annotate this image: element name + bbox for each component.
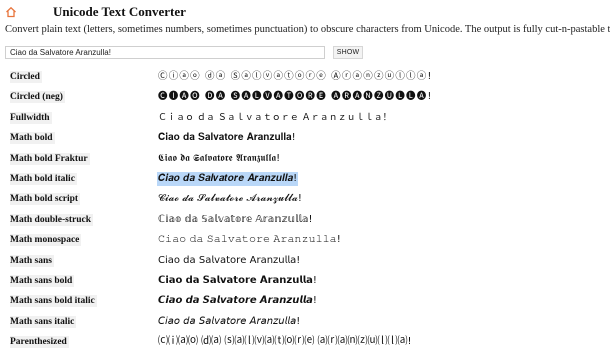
result-label-text: Circled (neg) <box>10 91 65 104</box>
result-label: Math sans bold italic <box>10 295 97 308</box>
result-label-text: Math bold Fraktur <box>10 152 90 165</box>
result-label: Math bold <box>10 132 55 145</box>
result-value[interactable]: 𝐂𝐢𝐚𝐨 𝐝𝐚 𝐒𝐚𝐥𝐯𝐚𝐭𝐨𝐫𝐞 𝐀𝐫𝐚𝐧𝐳𝐮𝐥𝐥𝐚! <box>158 131 296 145</box>
result-value[interactable]: 𝖢𝗂𝖺𝗈 𝖽𝖺 𝖲𝖺𝗅𝗏𝖺𝗍𝗈𝗋𝖾 𝖠𝗋𝖺𝗇𝗓𝗎𝗅𝗅𝖺! <box>158 254 300 268</box>
result-row: Circled Ⓒⓘⓐⓞ ⓓⓐ Ⓢⓐⓛⓥⓐⓣⓞⓡⓔ Ⓐⓡⓐⓝⓩⓤⓛⓛⓐ! <box>0 69 610 89</box>
result-label: Math double-struck <box>10 213 94 226</box>
converter-form: SHOW <box>5 46 605 60</box>
result-label-text: Math sans italic <box>10 315 77 328</box>
result-label-text: Math bold <box>10 132 55 145</box>
result-row: Math bold 𝐂𝐢𝐚𝐨 𝐝𝐚 𝐒𝐚𝐥𝐯𝐚𝐭𝐨𝐫𝐞 𝐀𝐫𝐚𝐧𝐳𝐮𝐥𝐥𝐚! <box>0 130 610 150</box>
result-row: Math bold italic 𝑪𝒊𝒂𝒐 𝒅𝒂 𝑺𝒂𝒍𝒗𝒂𝒕𝒐𝒓𝒆 𝑨𝒓𝒂𝒏𝒛𝒖… <box>0 171 610 191</box>
result-row: Math bold script 𝓒𝓲𝓪𝓸 𝓭𝓪 𝓢𝓪𝓵𝓿𝓪𝓽𝓸𝓻𝓮 𝓐𝓻𝓪𝓷𝔃𝓾… <box>0 191 610 211</box>
result-label: Math sans bold <box>10 274 75 287</box>
result-value[interactable]: 🅒🅘🅐🅞 🅓🅐 🅢🅐🅛🅥🅐🅣🅞🅡🅔 🅐🅡🅐🅝🅩🅤🅛🅛🅐! <box>158 90 432 104</box>
page-title: Unicode Text Converter <box>53 4 186 19</box>
result-label: Math bold Fraktur <box>10 152 90 165</box>
text-input[interactable] <box>5 46 325 59</box>
result-label: Circled <box>10 71 42 83</box>
result-value[interactable]: 𝘾𝙞𝙖𝙤 𝙙𝙖 𝙎𝙖𝙡𝙫𝙖𝙩𝙤𝙧𝙚 𝘼𝙧𝙖𝙣𝙯𝙪𝙡𝙡𝙖! <box>158 294 317 308</box>
result-row: Math sans bold italic 𝘾𝙞𝙖𝙤 𝙙𝙖 𝙎𝙖𝙡𝙫𝙖𝙩𝙤𝙧𝙚 𝘼… <box>0 293 610 313</box>
result-label: Math sans <box>10 254 54 267</box>
page-description: Convert plain text (letters, sometimes n… <box>5 24 610 35</box>
result-value[interactable]: 𝗖𝗶𝗮𝗼 𝗱𝗮 𝗦𝗮𝗹𝘃𝗮𝘁𝗼𝗿𝗲 𝗔𝗿𝗮𝗻𝘇𝘂𝗹𝗹𝗮! <box>158 274 317 288</box>
result-row: Math sans 𝖢𝗂𝖺𝗈 𝖽𝖺 𝖲𝖺𝗅𝗏𝖺𝗍𝗈𝗋𝖾 𝖠𝗋𝖺𝗇𝗓𝗎𝗅𝗅𝖺! <box>0 253 610 273</box>
result-value[interactable]: 𝑪𝒊𝒂𝒐 𝒅𝒂 𝑺𝒂𝒍𝒗𝒂𝒕𝒐𝒓𝒆 𝑨𝒓𝒂𝒏𝒛𝒖𝒍𝒍𝒂! <box>157 171 299 186</box>
result-label: Fullwidth <box>10 111 52 124</box>
result-value[interactable]: 𝕮𝖎𝖆𝖔 𝖉𝖆 𝕾𝖆𝖑𝖛𝖆𝖙𝖔𝖗𝖊 𝕬𝖗𝖆𝖓𝖟𝖚𝖑𝖑𝖆! <box>158 152 280 166</box>
result-value[interactable]: ⒞⒤⒜⒪ ⒟⒜ ⒮⒜⒧⒱⒜⒯⒪⒭⒠ ⒜⒭⒜⒩⒵⒰⒧⒧⒜! <box>158 335 412 349</box>
result-label: Circled (neg) <box>10 91 65 104</box>
result-label: Parenthesized <box>10 336 69 349</box>
result-row: Math double-struck ℂ𝕚𝕒𝕠 𝕕𝕒 𝕊𝕒𝕝𝕧𝕒𝕥𝕠𝕣𝕖 𝔸𝕣𝕒𝕟… <box>0 212 610 232</box>
result-value[interactable]: ℂ𝕚𝕒𝕠 𝕕𝕒 𝕊𝕒𝕝𝕧𝕒𝕥𝕠𝕣𝕖 𝔸𝕣𝕒𝕟𝕫𝕦𝕝𝕝𝕒! <box>158 213 313 227</box>
show-button[interactable]: SHOW <box>333 46 363 59</box>
result-label-text: Parenthesized <box>10 336 69 349</box>
result-value[interactable]: 𝙲𝚒𝚊𝚘 𝚍𝚊 𝚂𝚊𝚕𝚟𝚊𝚝𝚘𝚛𝚎 𝙰𝚛𝚊𝚗𝚣𝚞𝚕𝚕𝚊! <box>158 233 341 247</box>
result-row: Math bold Fraktur 𝕮𝖎𝖆𝖔 𝖉𝖆 𝕾𝖆𝖑𝖛𝖆𝖙𝖔𝖗𝖊 𝕬𝖗𝖆𝖓𝖟… <box>0 151 610 171</box>
result-row: Math sans italic 𝘊𝘪𝘢𝘰 𝘥𝘢 𝘚𝘢𝘭𝘷𝘢𝘵𝘰𝘳𝘦 𝘈𝘳𝘢𝘯𝘻𝘶… <box>0 314 610 334</box>
result-label-text: Math double-struck <box>10 213 94 226</box>
result-value[interactable]: Ｃｉａｏ ｄａ Ｓａｌｖａｔｏｒｅ Ａｒａｎｚｕｌｌａ！ <box>158 111 392 125</box>
result-value[interactable]: 𝘊𝘪𝘢𝘰 𝘥𝘢 𝘚𝘢𝘭𝘷𝘢𝘵𝘰𝘳𝘦 𝘈𝘳𝘢𝘯𝘻𝘶𝘭𝘭𝘢! <box>158 315 300 329</box>
result-row: Parenthesized ⒞⒤⒜⒪ ⒟⒜ ⒮⒜⒧⒱⒜⒯⒪⒭⒠ ⒜⒭⒜⒩⒵⒰⒧⒧⒜… <box>0 334 610 354</box>
result-value[interactable]: Ⓒⓘⓐⓞ ⓓⓐ Ⓢⓐⓛⓥⓐⓣⓞⓡⓔ Ⓐⓡⓐⓝⓩⓤⓛⓛⓐ! <box>158 70 432 84</box>
result-label-text: Math monospace <box>10 234 82 247</box>
result-label-text: Fullwidth <box>10 111 52 124</box>
result-label: Math sans italic <box>10 315 77 328</box>
result-label-text: Math bold script <box>10 193 81 206</box>
result-row: Fullwidth Ｃｉａｏ ｄａ Ｓａｌｖａｔｏｒｅ Ａｒａｎｚｕｌｌａ！ <box>0 110 610 130</box>
result-label: Math bold script <box>10 193 81 206</box>
result-row: Math monospace 𝙲𝚒𝚊𝚘 𝚍𝚊 𝚂𝚊𝚕𝚟𝚊𝚝𝚘𝚛𝚎 𝙰𝚛𝚊𝚗𝚣𝚞𝚕𝚕… <box>0 232 610 252</box>
result-label-text: Math sans <box>10 254 54 267</box>
result-label: Math monospace <box>10 234 82 247</box>
result-label-text: Math sans bold italic <box>10 295 97 308</box>
results-list: Circled Ⓒⓘⓐⓞ ⓓⓐ Ⓢⓐⓛⓥⓐⓣⓞⓡⓔ Ⓐⓡⓐⓝⓩⓤⓛⓛⓐ! Circl… <box>0 69 610 354</box>
result-row: Math sans bold 𝗖𝗶𝗮𝗼 𝗱𝗮 𝗦𝗮𝗹𝘃𝗮𝘁𝗼𝗿𝗲 𝗔𝗿𝗮𝗻𝘇𝘂𝗹𝗹… <box>0 273 610 293</box>
result-label-text: Math sans bold <box>10 274 75 287</box>
result-label-text: Circled <box>10 71 42 83</box>
result-label: Math bold italic <box>10 172 77 185</box>
result-row: Circled (neg) 🅒🅘🅐🅞 🅓🅐 🅢🅐🅛🅥🅐🅣🅞🅡🅔 🅐🅡🅐🅝🅩🅤🅛🅛🅐… <box>0 89 610 109</box>
home-icon[interactable] <box>5 6 17 18</box>
result-value[interactable]: 𝓒𝓲𝓪𝓸 𝓭𝓪 𝓢𝓪𝓵𝓿𝓪𝓽𝓸𝓻𝓮 𝓐𝓻𝓪𝓷𝔃𝓾𝓵𝓵𝓪! <box>158 192 302 206</box>
result-label-text: Math bold italic <box>10 172 77 185</box>
